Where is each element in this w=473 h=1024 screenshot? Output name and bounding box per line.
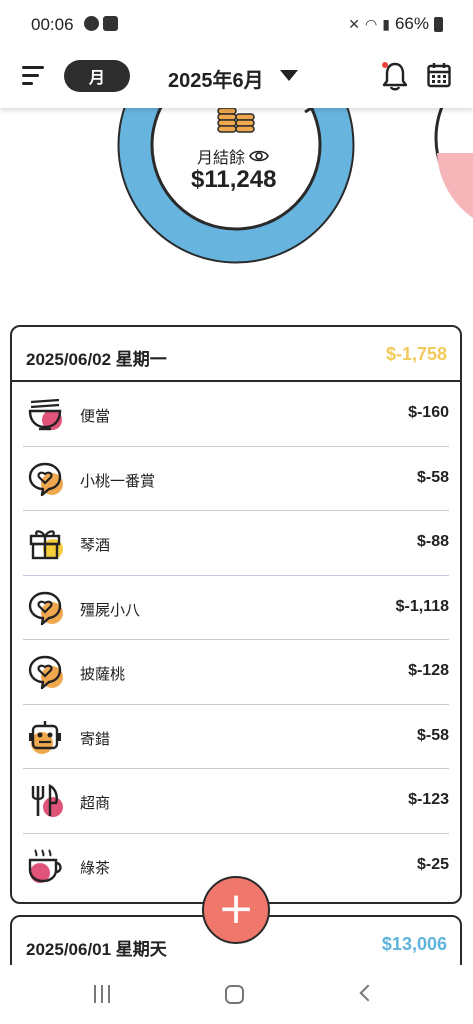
messenger-icon [84, 16, 99, 31]
battery-percent: 66% [394, 14, 429, 33]
day-date: 2025/06/01 星期天 [26, 940, 167, 959]
income-pie-slice [437, 153, 473, 218]
calendar-icon[interactable] [427, 62, 451, 88]
notification-dot [382, 62, 388, 68]
mute-icon: ✕ [348, 15, 361, 32]
system-indicators: ✕ ◠ ▮ 66% [348, 14, 443, 34]
recent-apps-icon[interactable] [92, 985, 112, 1003]
menu-icon[interactable] [22, 65, 46, 87]
coins-icon [217, 108, 255, 133]
transaction-row[interactable]: 披薩桃 $-128 [23, 640, 449, 705]
transaction-name: 寄錯 [80, 730, 111, 748]
chat-heart-icon [28, 591, 63, 625]
transaction-name: 琴酒 [80, 537, 111, 554]
app-header: 月 2025年6月 [0, 50, 473, 108]
transaction-amount: $-25 [416, 855, 449, 873]
transaction-amount: $-1,118 [395, 597, 449, 615]
bento-bowl-icon [28, 398, 62, 431]
plus-icon: + [217, 882, 255, 934]
transaction-amount: $-160 [408, 404, 449, 421]
transaction-row[interactable]: 琴酒 $-88 [23, 511, 449, 576]
transaction-row[interactable]: 小桃一番賞 $-58 [23, 447, 449, 511]
transaction-amount: $-58 [416, 726, 449, 744]
fork-knife-icon [31, 784, 63, 817]
gift-icon [29, 530, 63, 560]
transaction-amount: $-123 [408, 791, 449, 808]
day-total: $-1,758 [385, 344, 447, 364]
chevron-down-icon[interactable] [280, 70, 298, 81]
eye-icon[interactable] [249, 149, 269, 163]
signal-icon: ▮ [382, 15, 390, 32]
transaction-amount: $-128 [408, 662, 449, 679]
transaction-name: 殭屍小八 [80, 601, 141, 619]
notification-icons [84, 16, 118, 31]
transaction-row[interactable]: 殭屍小八 $-1,118 [23, 576, 449, 640]
transaction-name: 超商 [80, 795, 111, 812]
chat-heart-icon [28, 655, 63, 690]
period-toggle-button[interactable]: 月 [64, 60, 130, 92]
status-bar: 00:06 ✕ ◠ ▮ 66% [0, 0, 473, 50]
balance-chart: 月結餘 $11,248 [0, 108, 473, 318]
add-transaction-button[interactable]: + [202, 876, 270, 944]
gallery-icon [103, 16, 118, 31]
transaction-name: 披薩桃 [80, 666, 126, 683]
balance-label: 月結餘 [197, 144, 269, 168]
day-total: $13,006 [381, 934, 447, 954]
transaction-name: 便當 [80, 408, 111, 425]
chat-heart-icon [28, 462, 63, 496]
bell-icon[interactable] [381, 60, 409, 92]
robot-icon [29, 720, 61, 754]
battery-icon [434, 16, 443, 32]
day-card: 2025/06/02 星期一 $-1,758 便當 $-160 小桃一番賞 $-… [10, 325, 462, 904]
day-header[interactable]: 2025/06/02 星期一 $-1,758 [12, 327, 460, 382]
transaction-name: 綠茶 [80, 859, 111, 877]
month-selector[interactable]: 2025年6月 [168, 64, 264, 93]
transaction-row[interactable]: 便當 $-160 [23, 382, 449, 447]
transaction-amount: $-88 [416, 533, 449, 550]
transaction-row[interactable]: 超商 $-123 [23, 769, 449, 834]
transaction-name: 小桃一番賞 [80, 472, 156, 490]
coffee-cup-icon [28, 848, 62, 883]
balance-value: $11,248 [191, 166, 277, 193]
transaction-amount: $-58 [416, 468, 449, 486]
back-icon[interactable] [359, 984, 377, 1002]
day-date: 2025/06/02 星期一 [26, 350, 167, 369]
home-icon[interactable] [225, 985, 244, 1004]
status-time: 00:06 [31, 15, 74, 34]
wifi-icon: ◠ [365, 15, 378, 32]
system-nav-bar [0, 965, 473, 1024]
transaction-row[interactable]: 寄錯 $-58 [23, 705, 449, 769]
